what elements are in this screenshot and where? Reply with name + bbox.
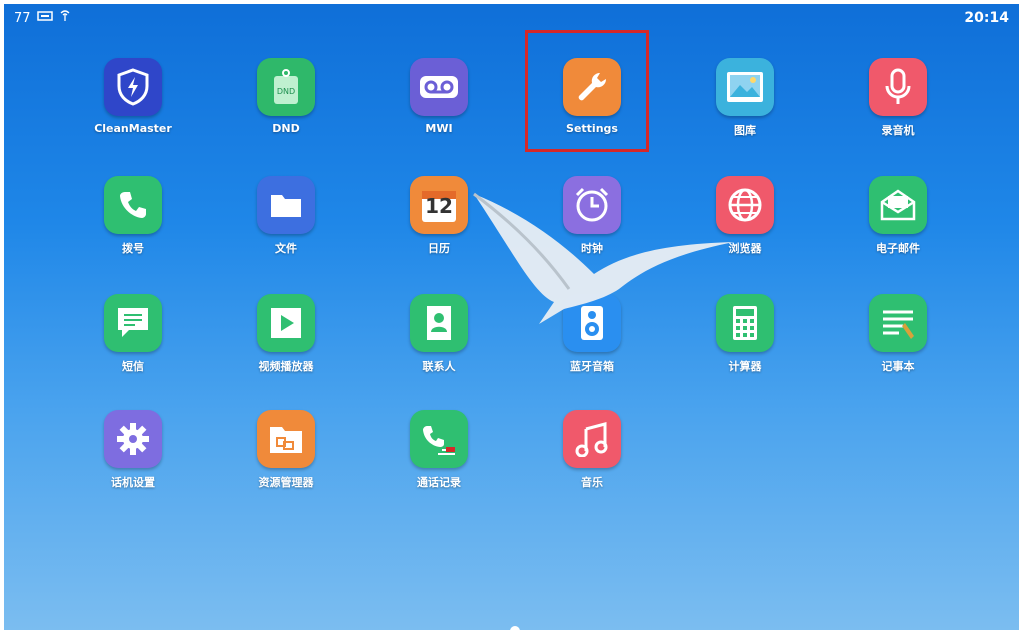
app-label: 录音机 (881, 124, 915, 137)
phone-icon (104, 176, 162, 234)
app-cleanmaster[interactable]: CleanMaster (68, 58, 198, 135)
gallery-icon (716, 58, 774, 116)
tag-icon: DND (257, 58, 315, 116)
home-screen: 77 20:14 CleanMaster DND DND MWI Setting… (4, 4, 1019, 630)
app-email[interactable]: 电子邮件 (833, 176, 963, 256)
app-label: 拨号 (122, 242, 144, 255)
mail-icon (869, 176, 927, 234)
app-music[interactable]: 音乐 (527, 410, 657, 490)
notepad-icon (869, 294, 927, 352)
app-label: 电子邮件 (876, 242, 920, 255)
app-notepad[interactable]: 记事本 (833, 294, 963, 374)
app-label: 视频播放器 (258, 360, 314, 373)
wallpaper-bird-icon (473, 192, 734, 324)
app-label: 短信 (122, 360, 144, 373)
clock-time: 20:14 (964, 10, 1009, 26)
app-files[interactable]: 文件 (221, 176, 351, 256)
app-label: 音乐 (581, 476, 603, 489)
app-phone-settings[interactable]: 话机设置 (68, 410, 198, 490)
app-label: 话机设置 (111, 476, 155, 489)
app-dnd[interactable]: DND DND (221, 58, 351, 135)
app-label: 文件 (275, 242, 297, 255)
app-label: 通话记录 (417, 476, 461, 489)
message-icon (104, 294, 162, 352)
play-icon (257, 294, 315, 352)
music-icon (563, 410, 621, 468)
settings-highlight-box (525, 30, 649, 152)
voicemail-icon (410, 58, 468, 116)
folder-icon (257, 176, 315, 234)
app-file-manager[interactable]: 资源管理器 (221, 410, 351, 490)
app-label: 图库 (734, 124, 756, 137)
home-indicator[interactable] (510, 626, 520, 630)
app-label: CleanMaster (94, 122, 172, 135)
app-label: 蓝牙音箱 (570, 360, 614, 373)
app-sms[interactable]: 短信 (68, 294, 198, 374)
gear-icon (104, 410, 162, 468)
signal-text: 77 (14, 10, 31, 26)
shield-icon (104, 58, 162, 116)
app-recorder[interactable]: 录音机 (833, 58, 963, 138)
network-icon (36, 10, 53, 26)
app-label: DND (272, 122, 300, 135)
file-manager-icon (257, 410, 315, 468)
app-label: MWI (425, 122, 453, 135)
app-label: 记事本 (881, 360, 915, 373)
app-dialer[interactable]: 拨号 (68, 176, 198, 256)
microphone-icon (869, 58, 927, 116)
app-video-player[interactable]: 视频播放器 (221, 294, 351, 374)
app-call-log[interactable]: 通话记录 (374, 410, 504, 490)
antenna-icon (59, 10, 71, 26)
svg-text:DND: DND (277, 87, 295, 96)
app-mwi[interactable]: MWI (374, 58, 504, 135)
app-label: 联系人 (422, 360, 456, 373)
status-bar: 77 20:14 (4, 4, 1019, 30)
app-gallery[interactable]: 图库 (680, 58, 810, 138)
app-label: 计算器 (728, 360, 762, 373)
app-label: 资源管理器 (258, 476, 314, 489)
call-log-icon (410, 410, 468, 468)
